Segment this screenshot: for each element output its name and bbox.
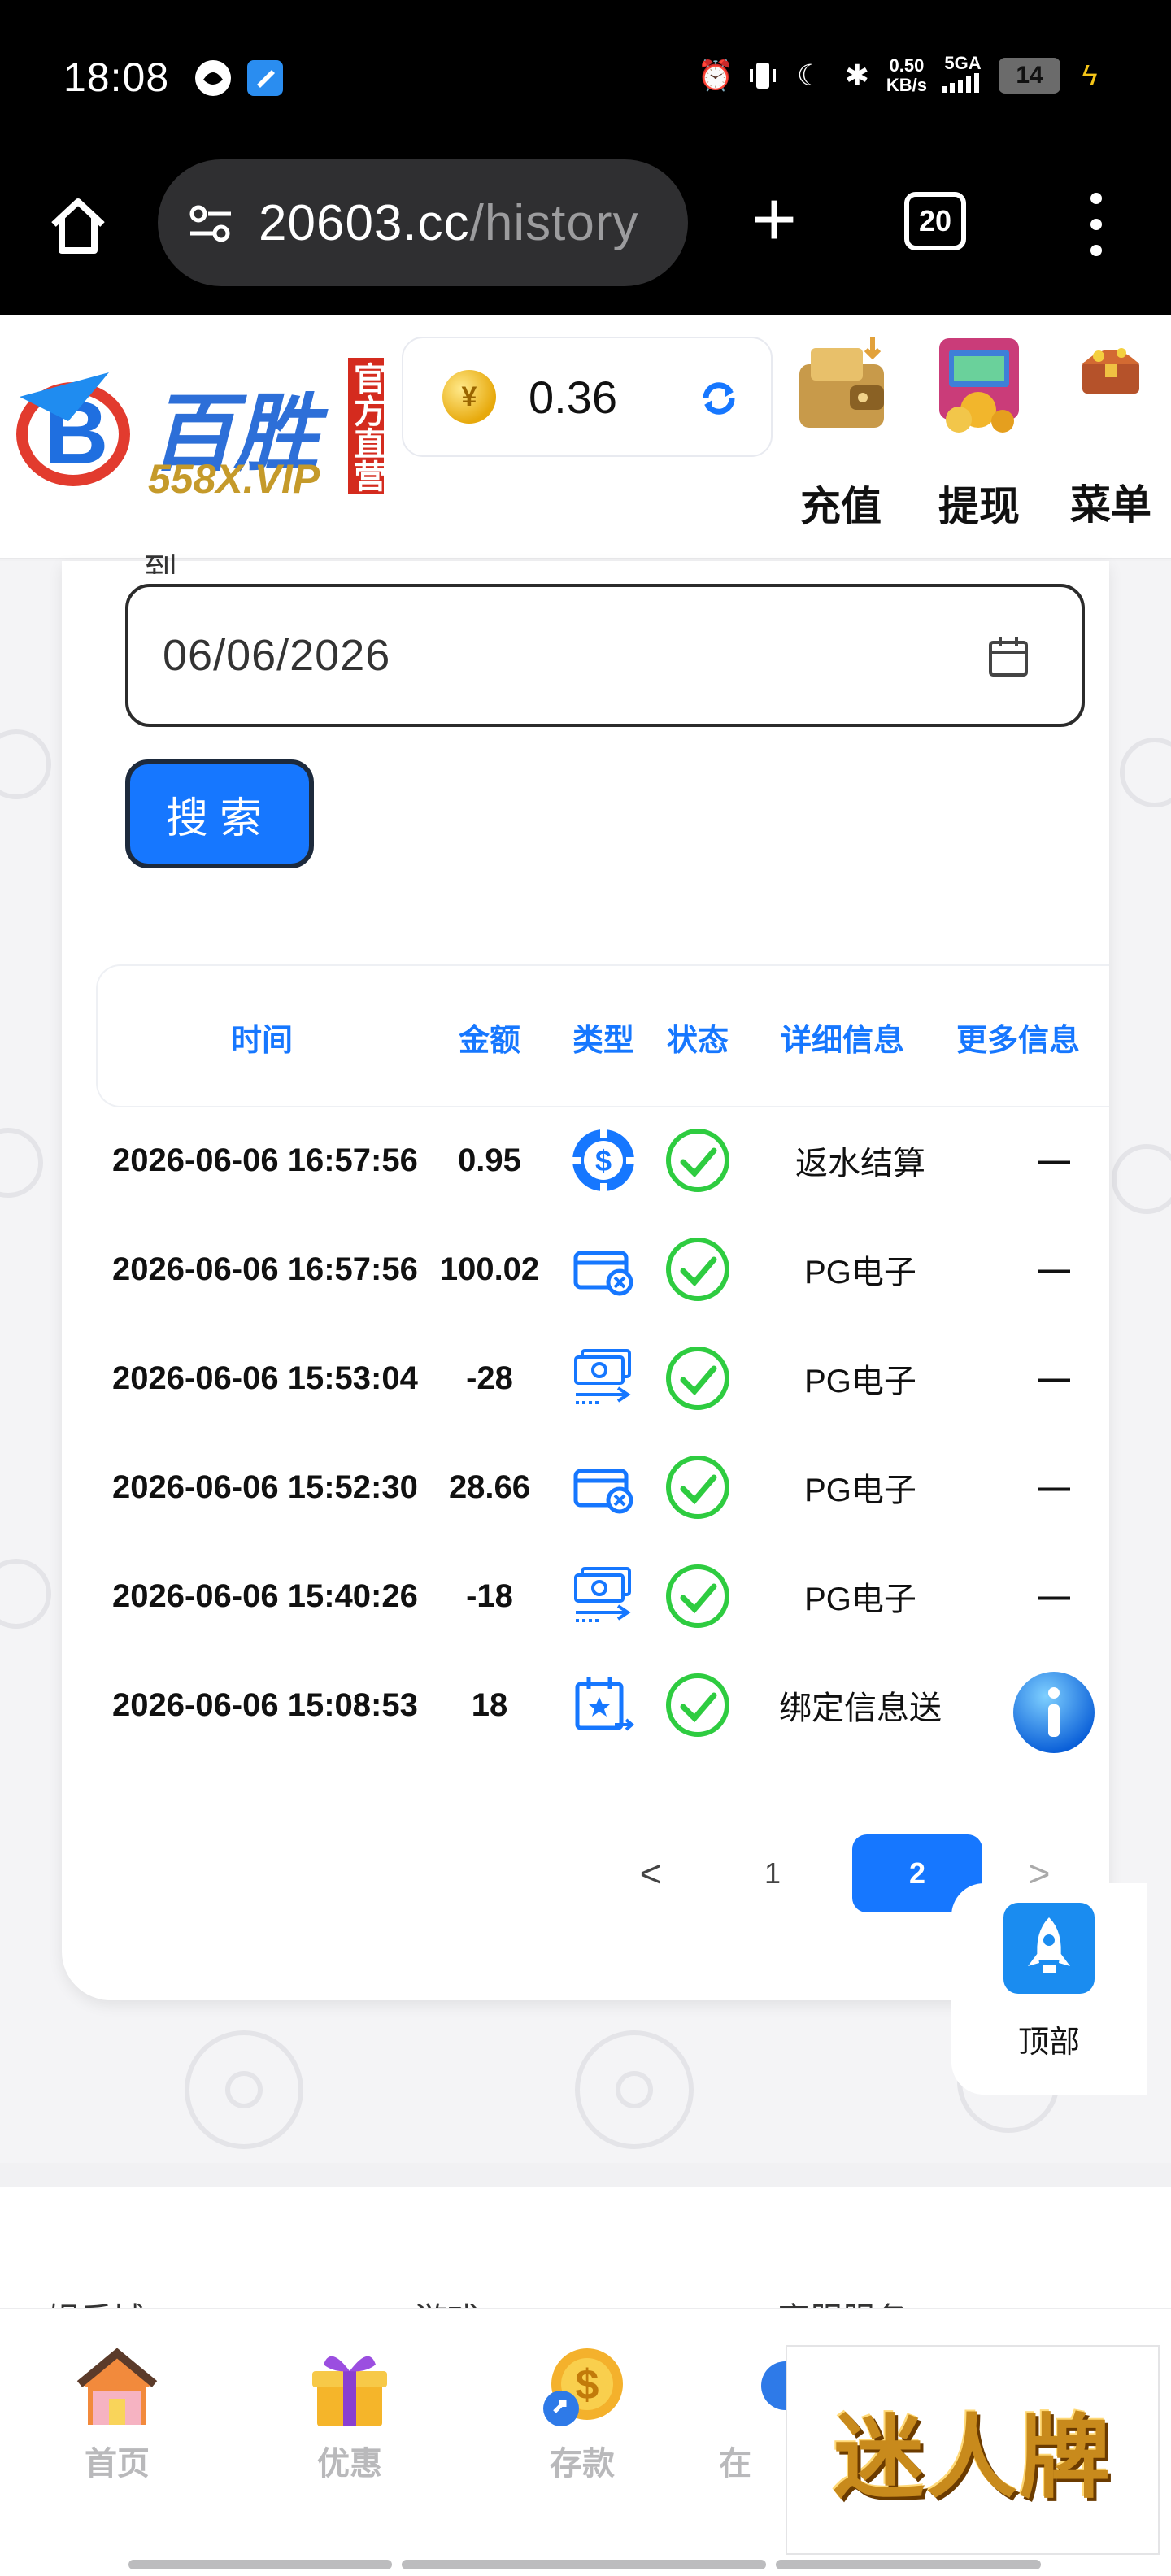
header-detail[interactable]: 详细信息 [781, 1015, 904, 1060]
nav-home[interactable]: 首页 [44, 2340, 190, 2484]
table-row[interactable]: 2026-06-06 15:52:30 28.66 PG电子 — [96, 1433, 1109, 1542]
svg-text:$: $ [595, 1144, 612, 1177]
withdraw-button[interactable]: 提现 [914, 332, 1044, 533]
pagination-prev[interactable]: < [618, 1834, 683, 1912]
back-to-top-button[interactable]: 顶部 [951, 1883, 1147, 2095]
url-text[interactable]: 20603.cc/history [259, 194, 638, 252]
site-header: B 百胜 558X.VIP 官方直营 ¥ 0.36 充值 提现 菜单 [0, 315, 1171, 559]
to-date-label: 到 [143, 551, 178, 574]
home-icon[interactable] [39, 187, 117, 265]
charging-icon: ϟ [1082, 58, 1098, 92]
atm-icon [939, 338, 1019, 433]
check-icon [666, 1456, 729, 1519]
calendar-bonus-icon [575, 1677, 635, 1731]
to-date-input[interactable]: 06/06/2026 [125, 584, 1085, 727]
card-withdraw-icon [573, 1469, 633, 1514]
menu-button[interactable]: 菜单 [1046, 332, 1171, 531]
coin-deposit-icon: $ [543, 2348, 623, 2426]
table-row[interactable]: 2026-06-06 16:57:56 100.02 PG电子 — [96, 1215, 1109, 1324]
check-icon [666, 1564, 729, 1628]
logo-badge: 官方直营 [348, 358, 385, 494]
site-logo[interactable]: B 百胜 558X.VIP 官方直营 [11, 358, 394, 503]
nav-promotions[interactable]: 优惠 [276, 2340, 423, 2484]
calendar-icon[interactable] [984, 633, 1033, 681]
table-row[interactable]: 2026-06-06 16:57:56 0.95 $ 返水结算 — [96, 1106, 1109, 1215]
scroll-indicator [402, 2560, 766, 2569]
coin-icon: ¥ [442, 370, 496, 424]
house-icon [76, 2348, 158, 2425]
table-row[interactable]: 2026-06-06 15:08:53 18 绑定信息送 [96, 1651, 1109, 1760]
check-icon [666, 1347, 729, 1410]
floating-ad-banner[interactable]: 迷人牌 [786, 2345, 1160, 2555]
tab-switcher-button[interactable]: 20 [904, 192, 966, 250]
cash-transfer-icon [574, 1349, 631, 1404]
signal-icon: 5GA [938, 54, 987, 97]
table-header: 时间 金额 类型 状态 详细信息 更多信息 [96, 964, 1109, 1107]
moon-icon: ☾ [796, 58, 824, 92]
pagination-page-1[interactable]: 1 [740, 1834, 805, 1912]
status-time: 18:08 [63, 54, 170, 100]
card-withdraw-icon [573, 1251, 633, 1296]
vibrate-icon [745, 58, 781, 94]
info-icon[interactable] [1012, 1670, 1096, 1755]
url-bar[interactable]: 20603.cc/history [158, 159, 688, 286]
header-time[interactable]: 时间 [231, 1015, 293, 1060]
scroll-indicator [128, 2560, 392, 2569]
check-icon [666, 1238, 729, 1301]
gift-icon [312, 2356, 387, 2426]
refresh-icon[interactable] [694, 374, 743, 423]
svg-text:$: $ [576, 2361, 599, 2408]
search-button[interactable]: 搜索 [125, 759, 314, 868]
header-more[interactable]: 更多信息 [956, 1015, 1080, 1060]
scroll-indicator [776, 2560, 1041, 2569]
balance-value: 0.36 [529, 371, 617, 423]
treasure-chest-icon [1082, 348, 1139, 394]
app-notification-icon [195, 60, 231, 96]
balance-box: ¥ 0.36 [402, 337, 773, 457]
wallet-icon [799, 337, 884, 428]
rocket-icon [1003, 1903, 1095, 1994]
online-icon [761, 2361, 810, 2410]
status-bar: 18:08 ⏰ ☾ ✱ 0.50 KB/s 5GA 14 ϟ [0, 0, 1171, 156]
deposit-button[interactable]: 充值 [776, 332, 906, 533]
net-speed: 0.50 KB/s [886, 54, 927, 95]
nav-deposit[interactable]: $ 存款 [509, 2340, 655, 2484]
header-type[interactable]: 类型 [572, 1015, 634, 1060]
app-notification-icon-2 [247, 60, 283, 96]
table-row[interactable]: 2026-06-06 15:40:26 -18 PG电子 — [96, 1542, 1109, 1651]
check-icon [666, 1129, 729, 1192]
rebate-chip-icon: $ [572, 1129, 634, 1191]
cash-transfer-icon [574, 1567, 631, 1622]
new-tab-button[interactable]: + [734, 181, 815, 262]
battery-icon: 14 [999, 57, 1060, 94]
header-amount[interactable]: 金额 [459, 1015, 520, 1060]
bluetooth-icon: ✱ [844, 58, 869, 92]
header-status[interactable]: 状态 [667, 1015, 729, 1060]
site-settings-icon[interactable] [182, 194, 239, 251]
table-row[interactable]: 2026-06-06 15:53:04 -28 PG电子 — [96, 1324, 1109, 1433]
logo-sub: 558X.VIP [148, 456, 320, 502]
alarm-icon: ⏰ [697, 58, 734, 92]
more-options-icon[interactable] [1073, 185, 1119, 263]
check-icon [666, 1673, 729, 1737]
